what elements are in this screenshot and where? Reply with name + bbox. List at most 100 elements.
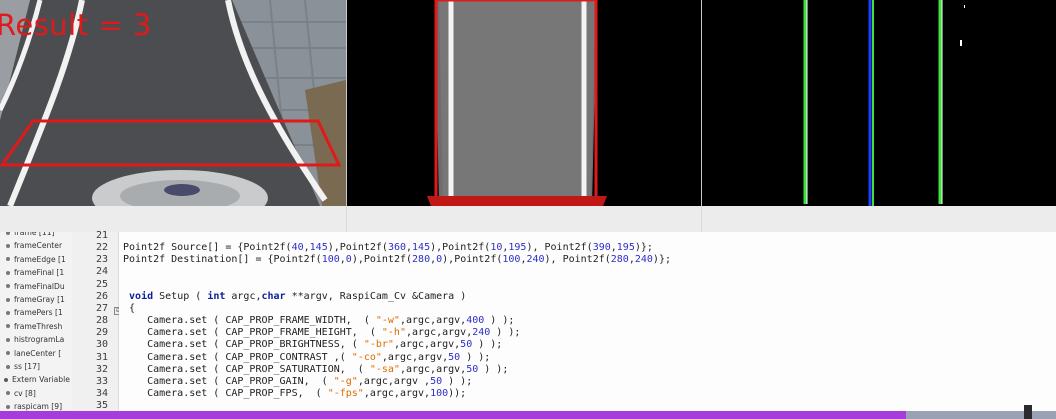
code-token: 10	[490, 242, 503, 254]
code-token: 50	[448, 351, 461, 363]
symbol-item[interactable]: frameGray [1	[6, 293, 65, 306]
code-token: Camera.set ( CAP_PROP_FRAME_HEIGHT, (	[123, 327, 382, 339]
code-token: "-h"	[381, 327, 406, 339]
symbol-item[interactable]: frameFinal [1	[6, 266, 64, 279]
code-token: {	[123, 302, 136, 314]
symbol-label: ss [17]	[14, 362, 40, 371]
symbol-bullet-icon	[6, 297, 10, 302]
code-token: ,argc,argv ,	[357, 375, 431, 387]
symbol-item[interactable]: frameFinalDu	[6, 280, 65, 293]
code-token: ),Point2f(	[442, 254, 503, 266]
symbol-item[interactable]: ss [17]	[6, 360, 40, 373]
symbol-label: frameFinal [1	[14, 268, 65, 278]
code-token: 100	[502, 254, 521, 266]
camera-road-view: Result = 3	[0, 0, 346, 206]
code-token: Camera.set ( CAP_PROP_GAIN, (	[123, 375, 334, 387]
code-token: 145	[309, 242, 328, 254]
code-line: {	[123, 303, 135, 314]
code-line: void Setup ( int argc,char **argv, Raspi…	[123, 291, 466, 302]
code-token: ),Point2f(	[351, 254, 413, 266]
code-token: argc,	[225, 290, 262, 302]
code-line: Point2f Destination[] = {Point2f(100,0),…	[123, 254, 671, 265]
symbol-item[interactable]: laneCenter [	[6, 347, 61, 360]
symbol-bullet-icon	[6, 232, 10, 235]
code-token: ) );	[472, 339, 503, 351]
symbol-item[interactable]: framePers [1	[6, 306, 63, 319]
code-token: Setup (	[153, 290, 208, 302]
symbol-item[interactable]: frameEdge [1	[6, 253, 66, 266]
strip-divider	[346, 206, 347, 234]
code-line: Camera.set ( CAP_PROP_SATURATION, ( "-sa…	[123, 364, 508, 375]
line-number: 28	[95, 315, 108, 327]
code-token: )};	[634, 242, 653, 254]
symbol-tree[interactable]: frame [11] frameCenter frameEdge [1 frameFi…	[0, 232, 72, 412]
symbol-item[interactable]: frameThresh	[6, 320, 62, 333]
code-token: ) );	[442, 375, 473, 387]
code-editor[interactable]: Point2f Source[] = {Point2f(40,145),Poin…	[119, 232, 1056, 412]
symbol-item[interactable]: histrogramLa	[6, 333, 64, 346]
symbol-bullet-icon	[6, 324, 10, 329]
code-token: ), Point2f(	[544, 254, 611, 266]
code-token: ) );	[478, 363, 509, 375]
line-number: 21	[95, 230, 108, 241]
symbol-item[interactable]: Extern Variable	[4, 373, 70, 386]
symbol-bullet-icon	[6, 404, 10, 409]
symbol-label: frameThresh	[14, 321, 63, 331]
symbol-label: cv [8]	[14, 388, 36, 398]
code-token: 145	[412, 242, 431, 254]
symbol-bullet-icon	[6, 337, 10, 342]
code-line: Camera.set ( CAP_PROP_CONTRAST ,( "-co",…	[123, 352, 490, 363]
line-number: 22	[95, 242, 108, 254]
code-token: 50	[460, 339, 473, 351]
code-token: 400	[466, 315, 485, 327]
code-token: 195	[508, 242, 527, 254]
camera-threshold-view	[702, 0, 1056, 206]
code-token: "-co"	[351, 351, 382, 363]
video-progress-bar[interactable]	[0, 411, 1056, 419]
symbol-item[interactable]: frameCenter	[6, 239, 62, 252]
line-number: 34	[95, 387, 108, 399]
symbol-bullet-icon	[6, 284, 10, 289]
code-token: Camera.set ( CAP_PROP_BRIGHTNESS, (	[123, 339, 364, 351]
scrubber-handle[interactable]	[1024, 405, 1032, 419]
line-number: 24	[95, 266, 108, 278]
code-token: ),Point2f(	[327, 242, 388, 254]
code-token: Point2f Destination[] = {Point2f(	[123, 254, 322, 266]
symbol-item[interactable]: frame [11]	[6, 232, 55, 239]
code-line: Camera.set ( CAP_PROP_GAIN, ( "-g",argc,…	[123, 376, 472, 387]
code-token: ));	[448, 387, 467, 399]
line-number: 33	[95, 375, 108, 387]
line-number: 32	[95, 363, 108, 375]
code-token: int	[207, 290, 226, 302]
code-token: ), Point2f(	[526, 242, 593, 254]
code-token: ,argc,argv,	[381, 351, 449, 363]
code-token: ,argc,argv,	[363, 387, 431, 399]
code-token: 100	[321, 254, 340, 266]
code-token: 100	[430, 387, 449, 399]
symbol-item[interactable]: cv [8]	[6, 387, 36, 400]
threshold-canvas	[702, 0, 1056, 206]
code-token: 240	[526, 254, 545, 266]
symbol-bullet-icon	[6, 310, 10, 315]
line-number: 29	[95, 327, 108, 339]
code-token: void	[129, 290, 154, 302]
code-token: 195	[616, 242, 635, 254]
symbol-bullet-icon	[6, 257, 10, 262]
symbol-label: frameCenter	[14, 241, 63, 251]
code-token: ,argc,argv,	[399, 363, 467, 375]
symbol-label: frameFinalDu	[14, 281, 65, 291]
code-token: 390	[592, 242, 611, 254]
code-token: ,argc,argv,	[405, 327, 473, 339]
code-token: Camera.set ( CAP_PROP_FPS, (	[123, 387, 328, 399]
symbol-label: frame [11]	[14, 232, 55, 237]
line-number-gutter: 21 22 23 24 25 26 27 28 29 30 31 32 33 34 35	[72, 230, 119, 412]
code-line: Camera.set ( CAP_PROP_FRAME_WIDTH, ( "-w…	[123, 315, 514, 326]
symbol-label: Extern Variable	[12, 375, 70, 385]
code-token: Camera.set ( CAP_PROP_CONTRAST ,(	[123, 351, 352, 363]
code-token: 280	[610, 254, 629, 266]
symbol-label: histrogramLa	[14, 335, 65, 345]
symbol-bullet-icon	[6, 351, 10, 356]
code-token: ) );	[484, 315, 515, 327]
line-number: 30	[95, 339, 108, 351]
result-label: Result = 3	[0, 8, 152, 42]
